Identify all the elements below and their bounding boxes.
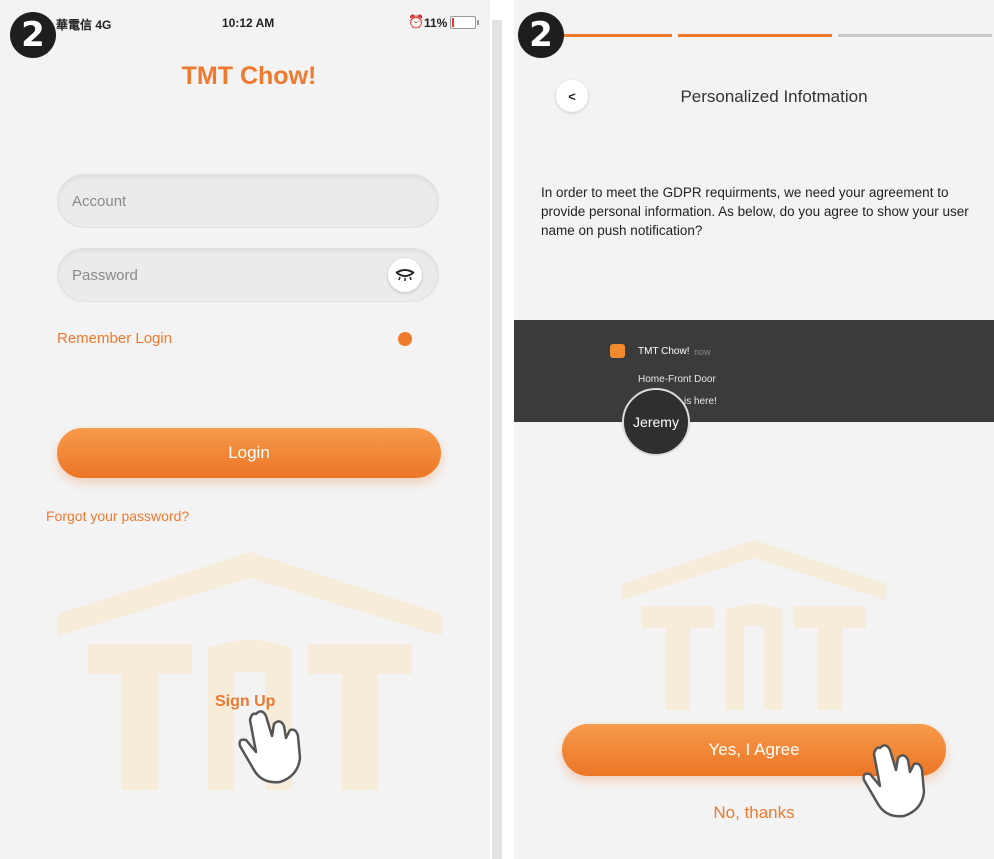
status-time: 10:12 AM xyxy=(222,16,275,30)
remember-login-label: Remember Login xyxy=(57,330,173,347)
screen-divider xyxy=(490,0,514,859)
progress-step-2 xyxy=(678,34,832,37)
tap-hand-icon xyxy=(862,744,926,818)
login-button[interactable]: Login xyxy=(57,428,441,478)
tap-hand-icon xyxy=(238,710,302,784)
step-badge: 2 xyxy=(10,12,56,58)
progress-step-3 xyxy=(838,34,992,37)
app-title: TMT Chow! xyxy=(181,62,317,90)
battery-icon xyxy=(450,16,479,29)
forgot-password-link[interactable]: Forgot your password? xyxy=(46,508,189,524)
push-notification-preview: TMT Chow! now Home-Front Door is here! xyxy=(514,320,994,422)
gdpr-description: In order to meet the GDPR requirments, w… xyxy=(541,185,969,238)
notification-line-2: is here! xyxy=(684,396,717,407)
app-icon xyxy=(610,344,625,358)
notification-line-1: Home-Front Door xyxy=(638,374,716,385)
tmt-logo-watermark xyxy=(622,540,886,710)
carrier-label: 華電信 4G xyxy=(56,18,112,32)
page-title: Personalized Infotmation xyxy=(514,87,994,107)
login-screen: 2 華電信 4G 10:12 AM ⏰ 11% TMT Chow! Rememb… xyxy=(0,0,490,859)
status-bar: 華電信 4G 10:12 AM ⏰ 11% xyxy=(0,10,490,38)
battery-percent: 11% xyxy=(424,16,448,30)
password-input[interactable] xyxy=(57,248,439,302)
notification-time: now xyxy=(694,347,711,357)
alarm-icon: ⏰ xyxy=(408,14,425,29)
notification-app-name: TMT Chow! xyxy=(638,346,690,357)
remember-login-toggle[interactable] xyxy=(398,332,412,346)
consent-screen: 2 < Personalized Infotmation In order to… xyxy=(514,0,994,859)
account-input[interactable] xyxy=(57,174,439,228)
user-name-highlight: Jeremy xyxy=(622,388,690,456)
step-badge: 2 xyxy=(518,12,564,58)
progress-step-1 xyxy=(558,34,672,37)
page-title-text: Personalized Infotmation xyxy=(680,87,868,106)
eye-closed-icon[interactable] xyxy=(388,258,422,292)
